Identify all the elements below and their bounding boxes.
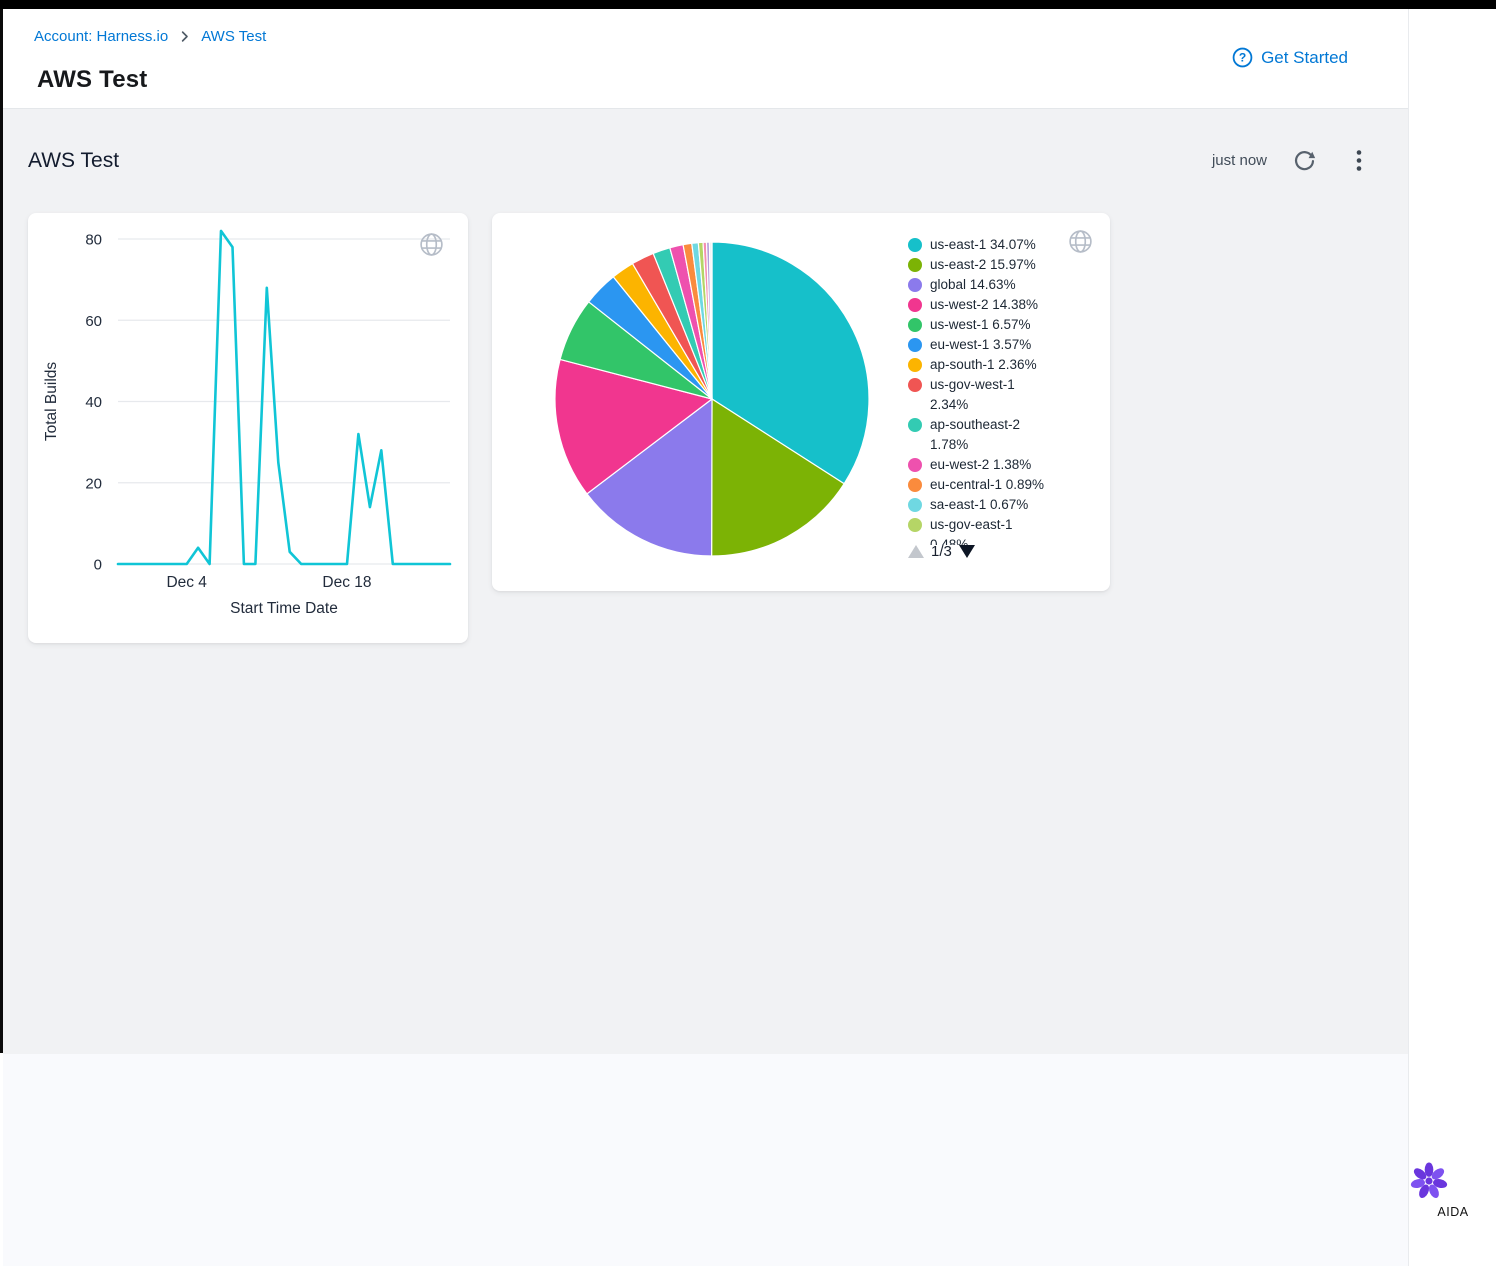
legend-item-label: us-gov-west-12.34% xyxy=(930,375,1015,415)
tile-globe-button[interactable] xyxy=(418,231,445,258)
legend-item-label: eu-west-1 3.57% xyxy=(930,335,1031,355)
regions-pie-card: us-east-1 34.07%us-east-2 15.97%global 1… xyxy=(492,213,1110,591)
legend-swatch-icon xyxy=(908,458,922,472)
legend-page-down-icon[interactable] xyxy=(959,545,975,558)
aida-assistant-button[interactable]: AIDA xyxy=(1409,1161,1496,1219)
aida-flower-icon xyxy=(1409,1161,1496,1201)
get-started-label: Get Started xyxy=(1261,48,1348,68)
help-question-icon: ? xyxy=(1232,47,1253,68)
legend-page-up-icon[interactable] xyxy=(908,545,924,558)
legend-item-label: eu-central-1 0.89% xyxy=(930,475,1044,495)
svg-text:Dec 18: Dec 18 xyxy=(322,574,371,591)
legend-swatch-icon xyxy=(908,318,922,332)
globe-icon xyxy=(418,231,445,258)
builds-line-series xyxy=(118,231,450,564)
get-started-link[interactable]: ? Get Started xyxy=(1232,47,1348,68)
y-axis-title: Total Builds xyxy=(43,362,60,442)
svg-text:60: 60 xyxy=(85,313,102,330)
legend-item[interactable]: sa-east-1 0.67% xyxy=(908,495,1084,515)
legend-item[interactable]: eu-west-2 1.38% xyxy=(908,455,1084,475)
aida-label: AIDA xyxy=(1409,1205,1496,1219)
refresh-icon xyxy=(1293,149,1316,172)
legend-swatch-icon xyxy=(908,378,922,392)
refresh-button[interactable] xyxy=(1293,149,1316,172)
svg-text:0: 0 xyxy=(94,557,102,574)
legend-swatch-icon xyxy=(908,258,922,272)
legend-swatch-icon xyxy=(908,278,922,292)
kebab-menu-icon xyxy=(1356,149,1362,172)
main-content: Account: Harness.io AWS Test AWS Test ? … xyxy=(3,9,1408,1266)
legend-item-label: global 14.63% xyxy=(930,275,1016,295)
right-rail: AIDA xyxy=(1408,9,1496,1266)
legend-item[interactable]: ap-south-1 2.36% xyxy=(908,355,1084,375)
x-axis-title: Start Time Date xyxy=(230,600,338,617)
legend-item[interactable]: us-west-2 14.38% xyxy=(908,295,1084,315)
legend-item-label: us-west-2 14.38% xyxy=(930,295,1038,315)
page-lower-area xyxy=(3,1054,1408,1266)
dashboard-section-title: AWS Test xyxy=(28,149,119,173)
legend-swatch-icon xyxy=(908,498,922,512)
svg-text:20: 20 xyxy=(85,475,102,492)
globe-icon xyxy=(1067,228,1094,255)
legend-item[interactable]: global 14.63% xyxy=(908,275,1084,295)
breadcrumb-account-link[interactable]: Account: Harness.io xyxy=(34,28,168,45)
top-nav-bar xyxy=(0,0,1496,9)
breadcrumb-current-link[interactable]: AWS Test xyxy=(201,28,266,45)
svg-text:40: 40 xyxy=(85,394,102,411)
legend-swatch-icon xyxy=(908,298,922,312)
page-title: AWS Test xyxy=(37,66,148,94)
legend-swatch-icon xyxy=(908,338,922,352)
legend-item[interactable]: us-gov-east-10.48% xyxy=(908,515,1084,545)
page-header: Account: Harness.io AWS Test AWS Test ? … xyxy=(3,9,1408,109)
last-refreshed-label: just now xyxy=(1212,152,1267,169)
legend-item[interactable]: us-west-1 6.57% xyxy=(908,315,1084,335)
collapsed-sidebar-edge xyxy=(0,9,3,1053)
legend-swatch-icon xyxy=(908,478,922,492)
legend-item[interactable]: us-east-1 34.07% xyxy=(908,235,1084,255)
chevron-right-icon xyxy=(177,29,192,44)
svg-text:?: ? xyxy=(1239,51,1246,65)
legend-item-label: us-west-1 6.57% xyxy=(930,315,1031,335)
dashboard-controls: just now xyxy=(1212,149,1362,172)
legend-swatch-icon xyxy=(908,418,922,432)
total-builds-card: 0 20 40 60 80 Dec 4 Dec 18 Start Time Date Total… xyxy=(28,213,468,643)
legend-item-label: us-east-1 34.07% xyxy=(930,235,1036,255)
legend-item[interactable]: ap-southeast-21.78% xyxy=(908,415,1084,455)
legend-swatch-icon xyxy=(908,238,922,252)
legend-swatch-icon xyxy=(908,518,922,532)
legend-item[interactable]: eu-west-1 3.57% xyxy=(908,335,1084,355)
legend-item-label: ap-south-1 2.36% xyxy=(930,355,1037,375)
legend-item-label: ap-southeast-21.78% xyxy=(930,415,1020,455)
legend-item-label: eu-west-2 1.38% xyxy=(930,455,1031,475)
total-builds-line-chart: 0 20 40 60 80 Dec 4 Dec 18 Start Time Date Total… xyxy=(28,213,468,643)
legend-item-label: us-east-2 15.97% xyxy=(930,255,1036,275)
breadcrumb: Account: Harness.io AWS Test xyxy=(34,28,266,45)
legend-page-indicator: 1/3 xyxy=(931,543,952,560)
dashboard-canvas: AWS Test just now xyxy=(3,109,1408,1054)
legend-item[interactable]: us-east-2 15.97% xyxy=(908,255,1084,275)
legend-item[interactable]: eu-central-1 0.89% xyxy=(908,475,1084,495)
svg-text:80: 80 xyxy=(85,232,102,249)
legend-item-label: sa-east-1 0.67% xyxy=(930,495,1028,515)
svg-text:Dec 4: Dec 4 xyxy=(166,574,207,591)
legend-item[interactable]: us-gov-west-12.34% xyxy=(908,375,1084,415)
legend-item-label: us-gov-east-10.48% xyxy=(930,515,1013,545)
tile-globe-button[interactable] xyxy=(1067,228,1094,255)
legend-pagination: 1/3 xyxy=(908,543,975,560)
dashboard-menu-button[interactable] xyxy=(1356,149,1362,172)
legend-swatch-icon xyxy=(908,358,922,372)
pie-legend: us-east-1 34.07%us-east-2 15.97%global 1… xyxy=(908,235,1084,545)
